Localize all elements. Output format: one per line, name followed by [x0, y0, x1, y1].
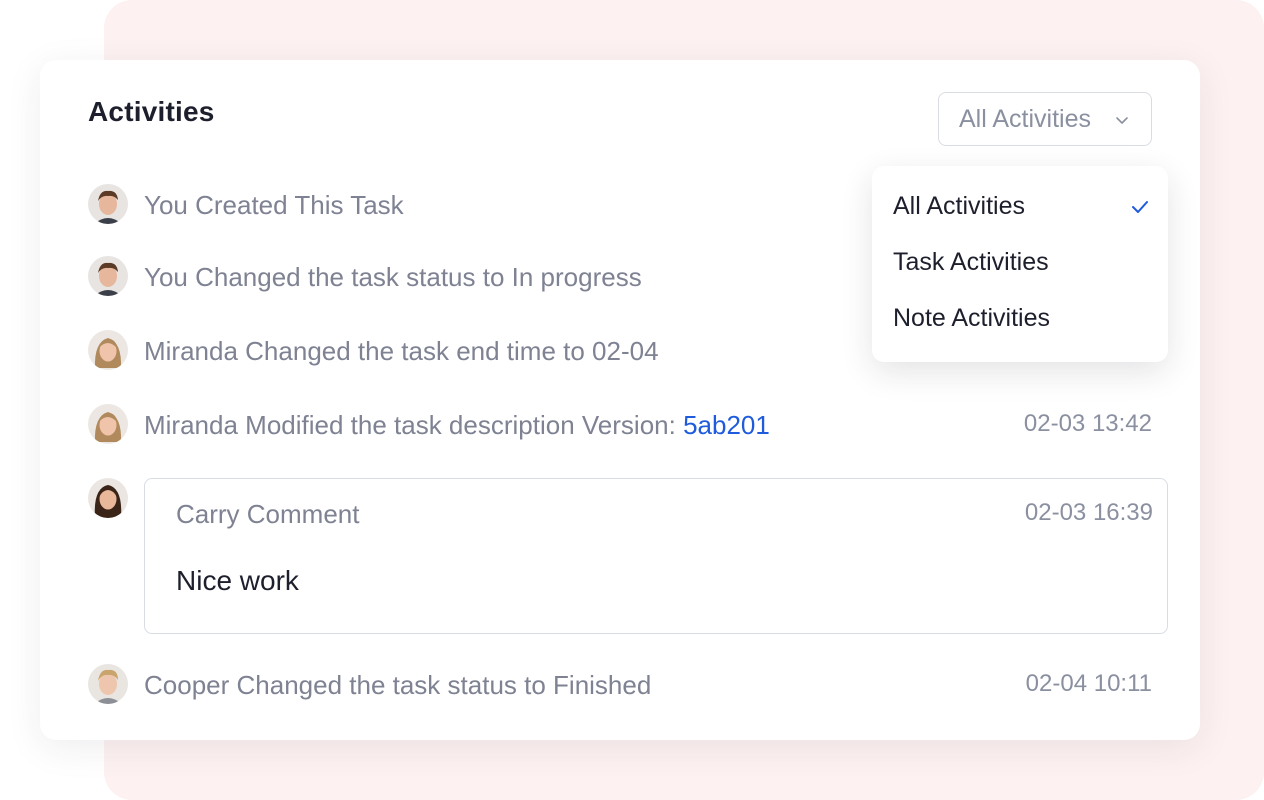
version-link[interactable]: 5ab201 — [683, 410, 770, 440]
activity-text-main: Miranda Modified the task description Ve… — [144, 410, 684, 440]
menu-item-all-activities[interactable]: All Activities — [893, 192, 1025, 232]
chevron-down-icon — [1116, 117, 1128, 124]
check-icon — [1132, 201, 1148, 213]
menu-item-note-activities[interactable]: Note Activities — [893, 304, 1050, 344]
menu-item-task-activities[interactable]: Task Activities — [893, 248, 1049, 288]
activity-row: Miranda Modified the task description Ve… — [88, 402, 1152, 446]
man-avatar — [88, 184, 128, 224]
filter-selected-label: All Activities — [959, 104, 1091, 133]
panel-title: Activities — [88, 96, 215, 127]
activity-row: Cooper Changed the task status to Finish… — [88, 662, 1152, 706]
activity-text: Miranda Modified the task description Ve… — [144, 410, 770, 441]
woman-avatar — [88, 404, 128, 444]
activity-text: Miranda Changed the task end time to 02-… — [144, 336, 659, 366]
blond-man-avatar — [88, 664, 128, 704]
activity-time: 02-03 13:42 — [1023, 410, 1152, 437]
woman-dark-avatar — [88, 478, 128, 518]
woman-avatar — [88, 330, 128, 370]
activity-text: You Created This Task — [144, 190, 404, 220]
comment-time: 02-03 16:39 — [1024, 499, 1153, 526]
activity-time: 02-04 10:11 — [1025, 670, 1152, 697]
activity-filter-select[interactable]: All Activities — [938, 92, 1152, 146]
activity-text: Cooper Changed the task status to Finish… — [144, 670, 652, 700]
comment-box: Carry Comment 02-03 16:39 Nice work — [144, 478, 1168, 634]
man-avatar — [88, 256, 128, 296]
filter-dropdown-menu: All Activities Task Activities Note Acti… — [872, 166, 1168, 362]
comment-body: Nice work — [176, 565, 299, 596]
activity-text: You Changed the task status to In progre… — [144, 262, 642, 292]
comment-author: Carry Comment — [176, 499, 360, 529]
activities-panel: Activities All Activities You Created Th… — [40, 60, 1200, 740]
